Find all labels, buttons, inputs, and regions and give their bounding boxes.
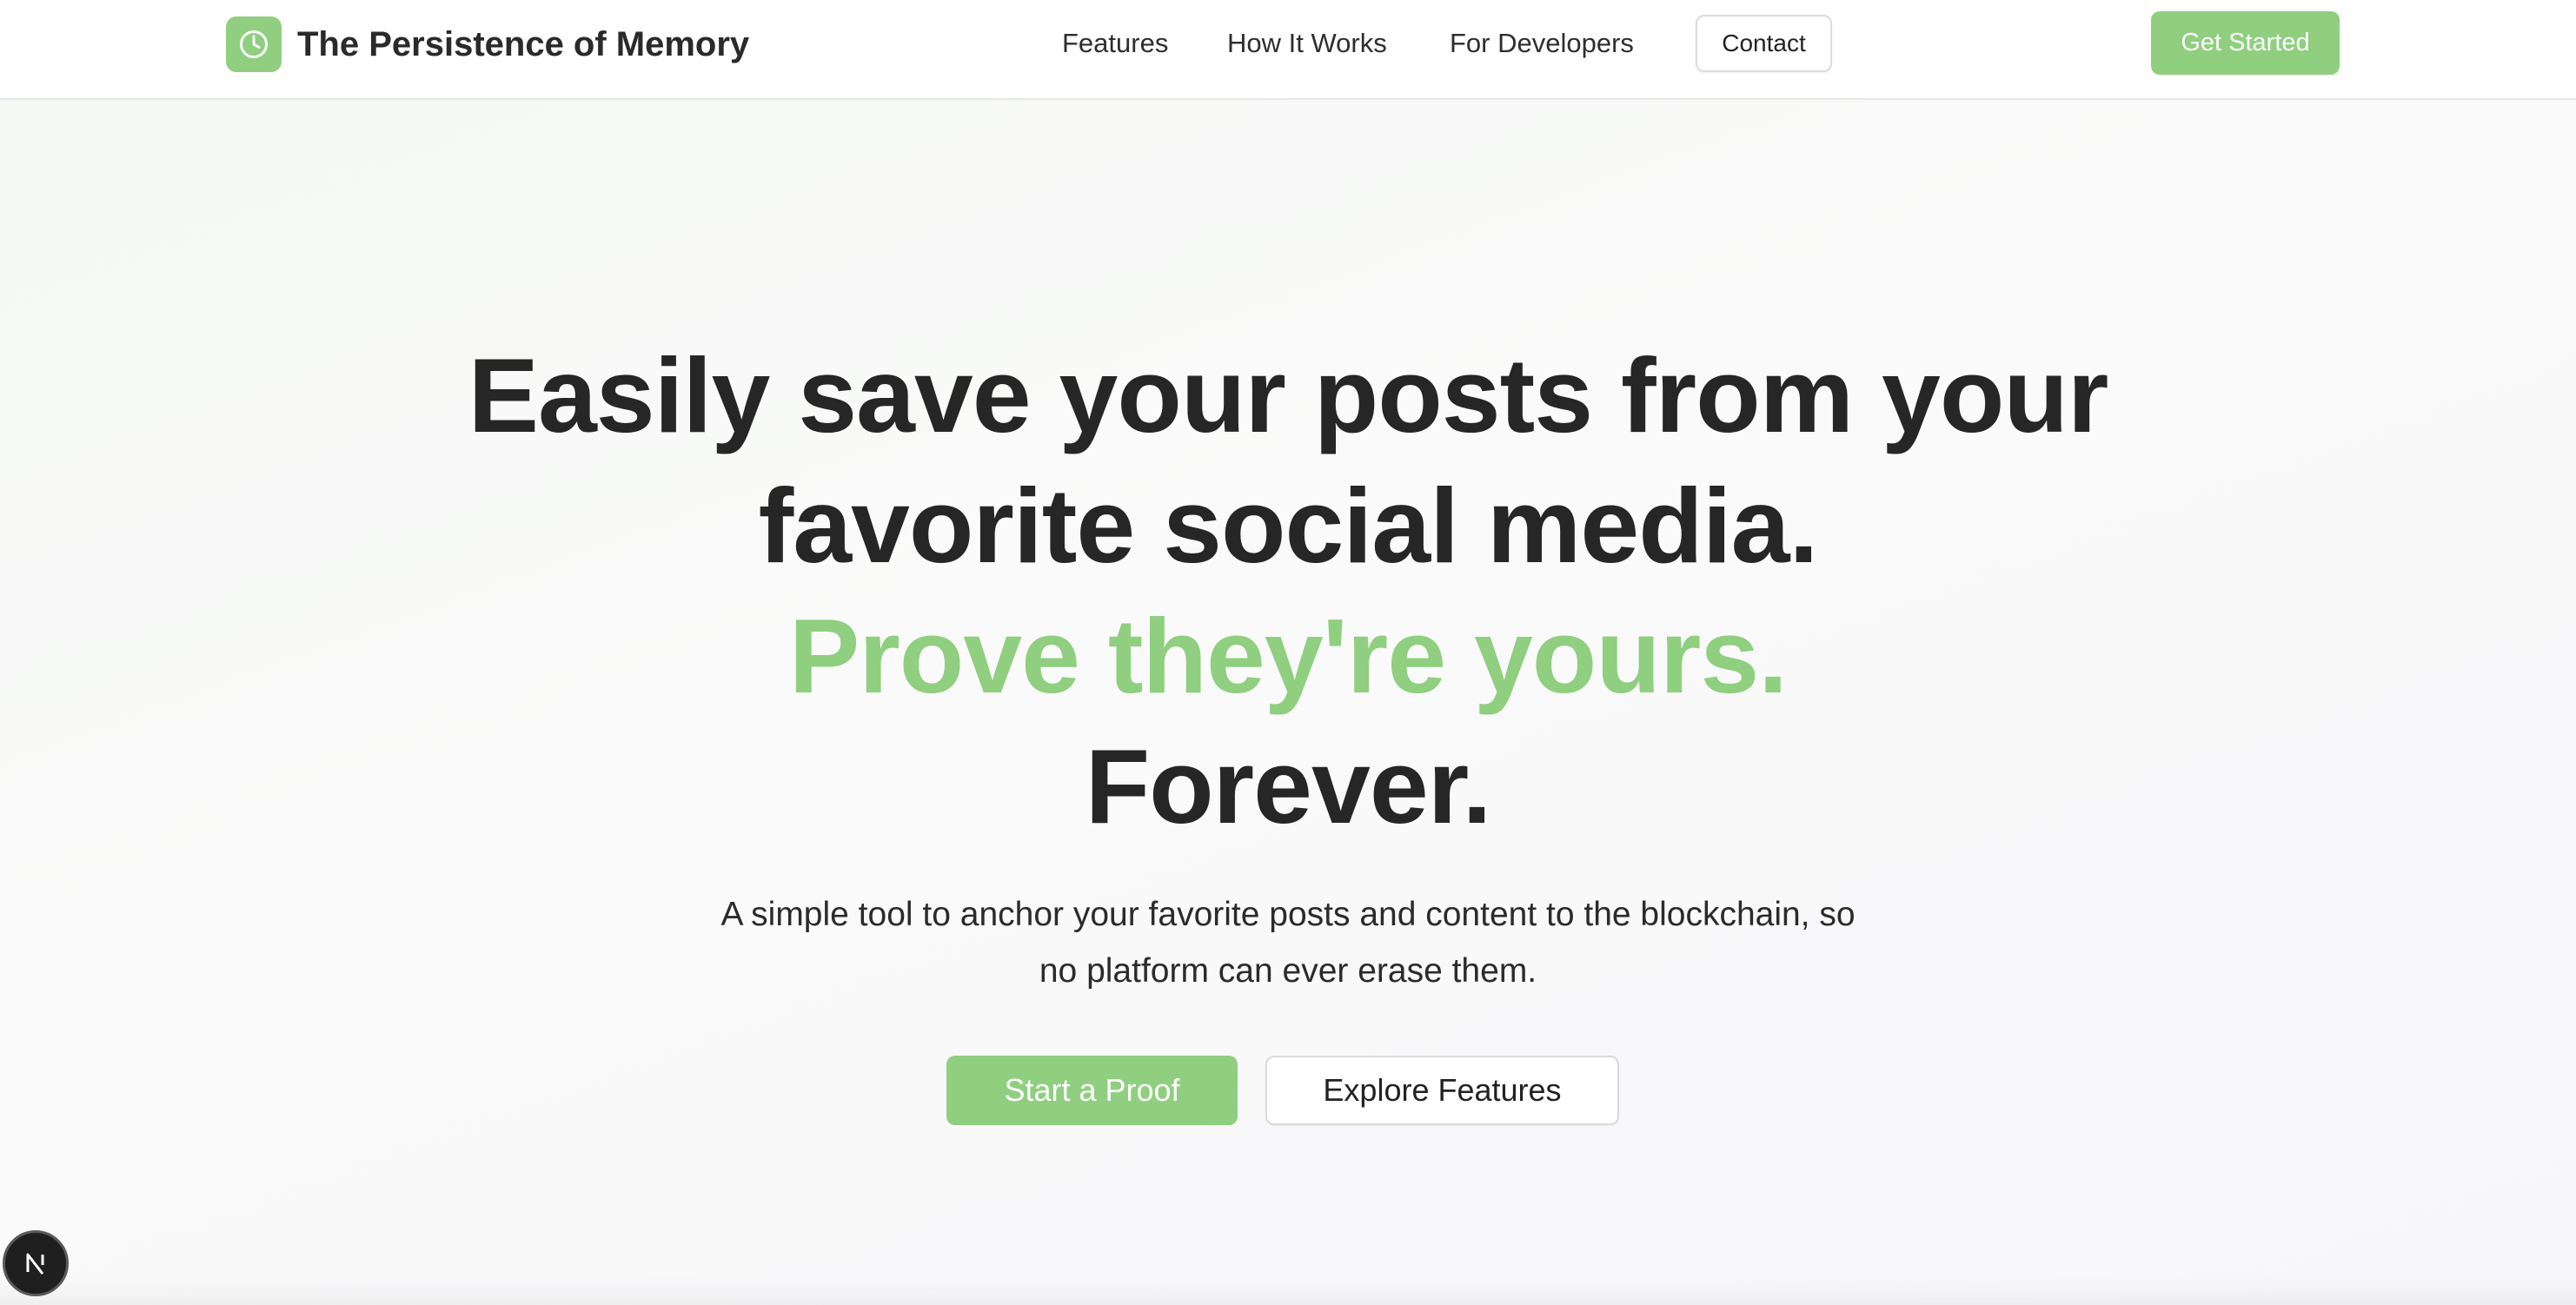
hero-headline-line-2: favorite social media. xyxy=(758,467,1819,585)
clock-icon xyxy=(226,17,282,72)
brand-name: The Persistence of Memory xyxy=(297,24,750,63)
hero-subtitle-line-1: A simple tool to anchor your favorite po… xyxy=(720,896,1856,933)
brand-link[interactable]: The Persistence of Memory xyxy=(226,17,749,72)
hero-headline-line-4: Forever. xyxy=(1085,727,1492,845)
contact-button[interactable]: Contact xyxy=(1696,15,1832,72)
top-navigation-bar: The Persistence of Memory Features How I… xyxy=(0,0,2576,100)
explore-features-button[interactable]: Explore Features xyxy=(1265,1056,1619,1125)
hero-headline: Easily save your posts from your favorit… xyxy=(0,330,2576,851)
nav-link-how-it-works[interactable]: How It Works xyxy=(1227,28,1387,59)
hero-subtitle: A simple tool to anchor your favorite po… xyxy=(680,886,1896,999)
hero-headline-line-1: Easily save your posts from your xyxy=(468,336,2109,454)
start-proof-button[interactable]: Start a Proof xyxy=(946,1056,1238,1125)
hero-headline-accent: Prove they're yours. xyxy=(788,597,1788,715)
get-started-button[interactable]: Get Started xyxy=(2151,11,2340,75)
nav-link-for-developers[interactable]: For Developers xyxy=(1450,28,1634,59)
nav-link-features[interactable]: Features xyxy=(1062,28,1168,59)
hero-subtitle-line-2: no platform can ever erase them. xyxy=(1039,952,1537,990)
bottom-fade xyxy=(0,1277,2576,1305)
